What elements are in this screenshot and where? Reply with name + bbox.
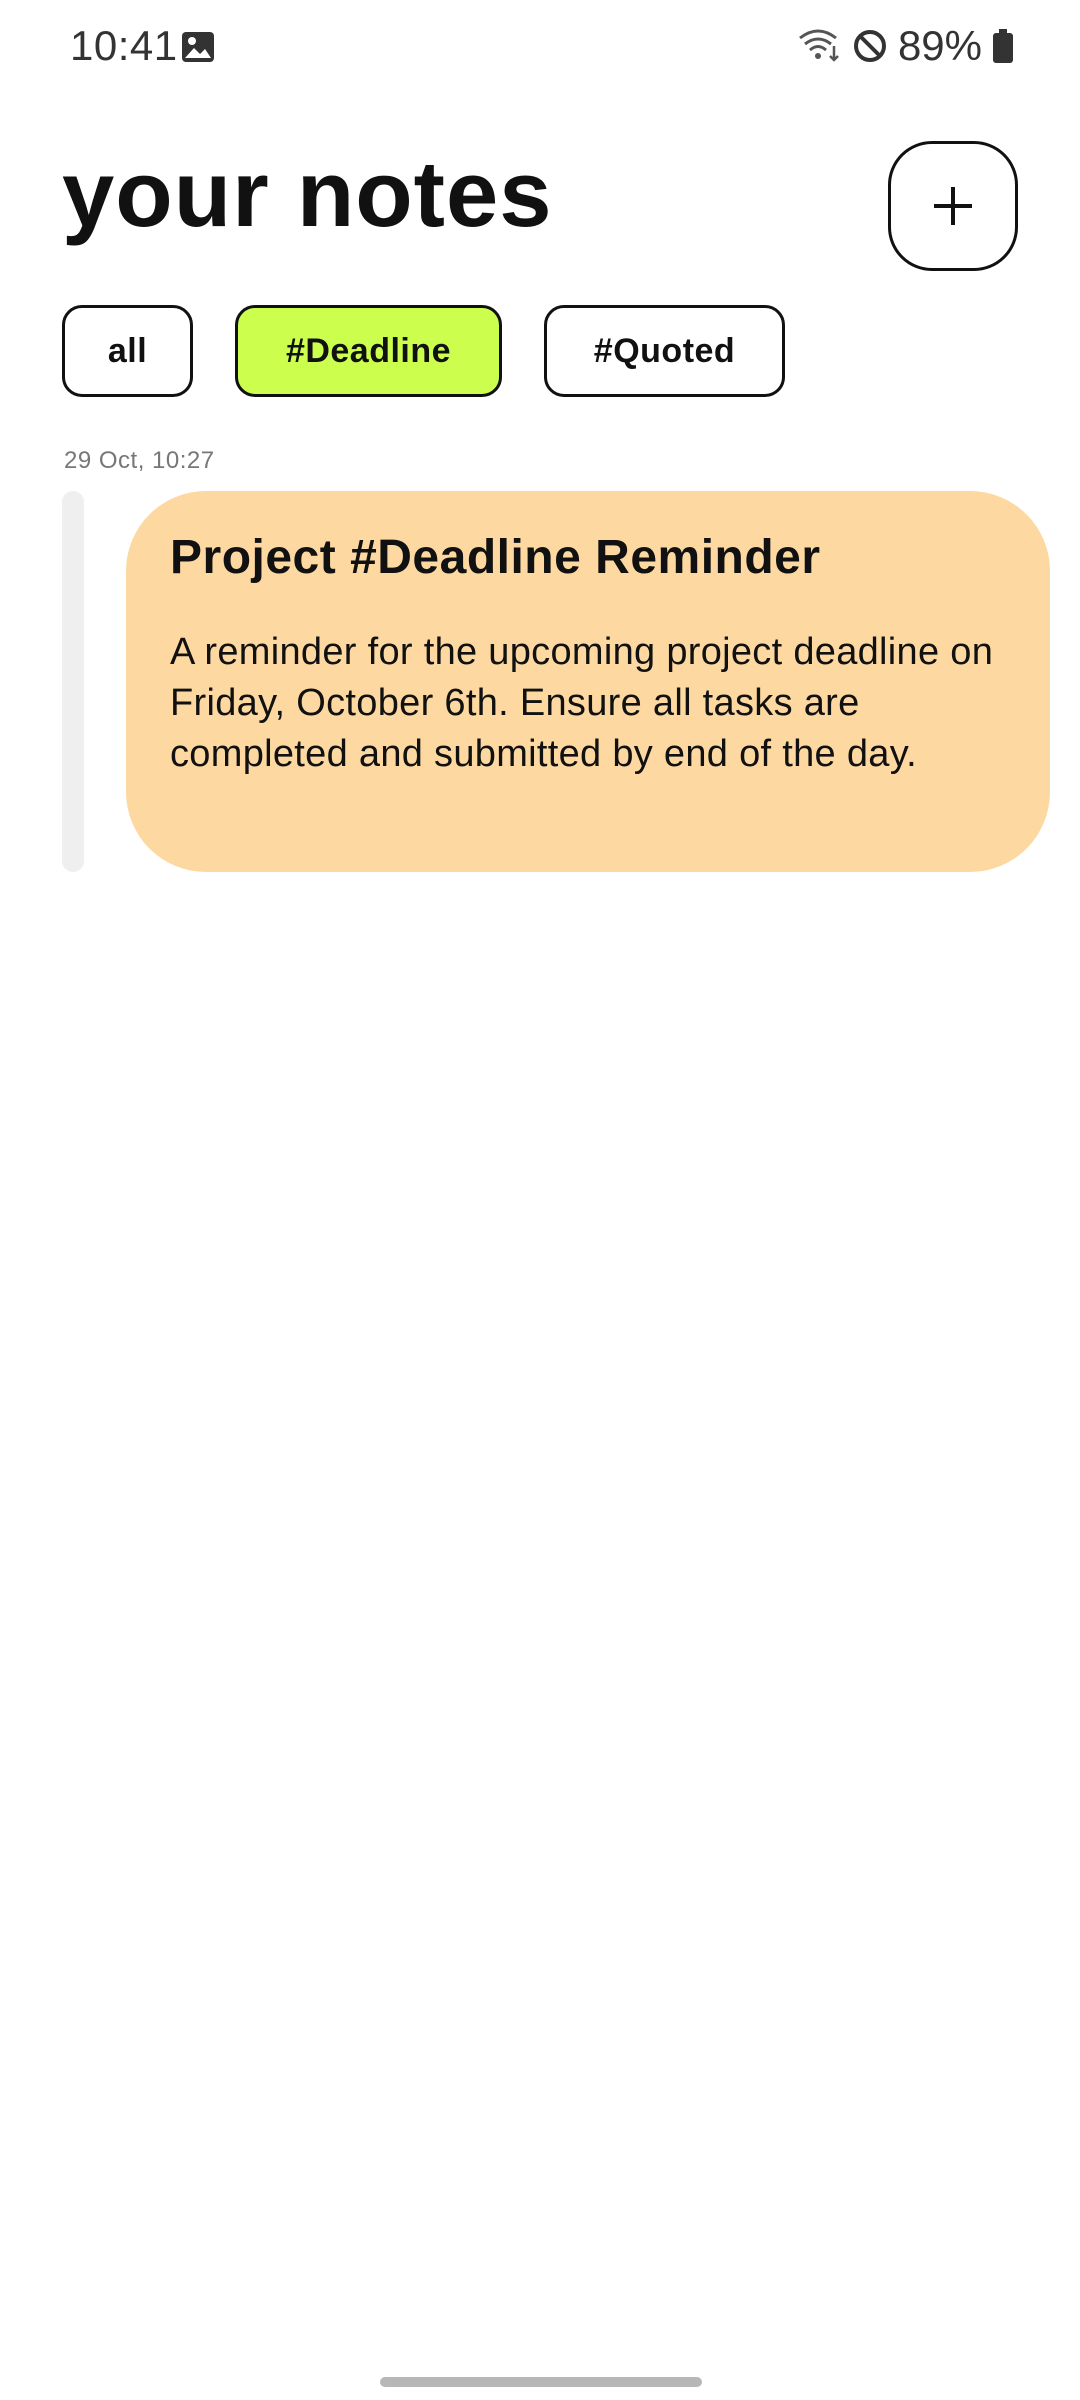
notes-screen: 10:41 89% your notes all #Deadline #Quot… <box>0 0 1080 2400</box>
note-title: Project #Deadline Reminder <box>170 531 821 584</box>
status-time: 10:41 <box>70 22 178 69</box>
tag-filter-all[interactable]: all <box>62 305 193 397</box>
battery-icon <box>993 29 1013 63</box>
note-swipe-rail <box>62 491 84 872</box>
do-not-disturb-icon <box>853 30 886 62</box>
note-body: A reminder for the upcoming project dead… <box>170 630 994 775</box>
tag-filter-deadline[interactable]: #Deadline <box>235 305 502 397</box>
plus-icon <box>934 187 972 225</box>
wifi-icon <box>799 29 839 62</box>
status-right-group: 89% <box>798 22 1014 70</box>
status-bar: 10:41 89% <box>0 0 1080 96</box>
note-card[interactable]: Project #Deadline Reminder A reminder fo… <box>126 491 1050 872</box>
add-note-button[interactable] <box>888 141 1018 271</box>
battery-percent: 89% <box>897 22 982 69</box>
note-date: 29 Oct, 10:27 <box>64 447 215 474</box>
gallery-icon <box>182 32 214 62</box>
home-indicator[interactable] <box>380 2377 702 2387</box>
tag-filter-quoted[interactable]: #Quoted <box>544 305 785 397</box>
page-title: your notes <box>62 141 553 246</box>
